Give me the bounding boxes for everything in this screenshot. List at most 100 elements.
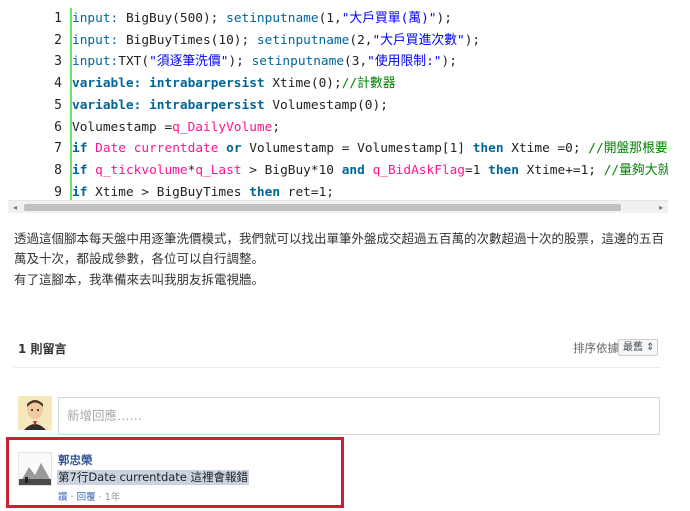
comments-divider (14, 367, 660, 368)
code-token: input: (72, 32, 119, 48)
code-line: 3 input:TXT("須逐筆洗價"); setinputname(3,"使用限… (8, 51, 668, 72)
reply-link[interactable]: 回覆 (77, 492, 96, 503)
code-token: q_DailyVolume (172, 119, 273, 135)
code-text: input:TXT("須逐筆洗價"); setinputname(3,"使用限制… (72, 51, 457, 72)
code-token: then (472, 141, 504, 157)
line-number: 6 (54, 119, 62, 135)
code-line: 8 if q_tickvolume*q_Last > BigBuy*10 and … (8, 160, 668, 181)
code-token: intrabarpersist (149, 76, 265, 92)
code-line: 6 Volumestamp =q_DailyVolume; (8, 117, 668, 138)
code-token: q_BidAskFlag (372, 162, 466, 178)
code-token: (3, (344, 54, 368, 70)
code-line: 4 variable: intrabarpersist Xtime(0);//計數… (8, 73, 668, 94)
code-token: currentdate (133, 141, 219, 157)
code-token: ); (228, 54, 252, 70)
code-token: if (72, 141, 88, 157)
code-token: "使用限制:" (367, 54, 442, 70)
line-number: 4 (54, 76, 62, 92)
code-token: //開盤那根要歸零 (588, 141, 668, 157)
line-number: 5 (54, 97, 62, 113)
code-token: or (226, 141, 242, 157)
code-token: setinputname (226, 11, 319, 26)
code-token: and (341, 162, 365, 178)
code-token: (1, (318, 11, 342, 26)
code-token: q_tickvolume (95, 162, 188, 178)
code-token: Xtime+=1; (518, 162, 604, 178)
code-token: (2, (349, 32, 373, 48)
line-number: 3 (54, 54, 62, 70)
code-token: BigBuy(500); (118, 11, 227, 26)
code-token: Date (95, 141, 126, 157)
comment-meta: 讚 · 回覆 · 1年 (58, 489, 120, 503)
comments-count: 1 則留言 (18, 342, 67, 356)
code-token: Volumestamp = Volumestamp[1] (241, 141, 473, 157)
new-comment-input[interactable]: 新增回應…… (58, 397, 660, 435)
code-token: //計數器 (341, 76, 396, 92)
code-token: then (488, 162, 519, 178)
code-token: input: (72, 54, 119, 70)
code-token: variable: (72, 97, 142, 113)
current-user-avatar (18, 396, 52, 430)
sort-dropdown[interactable]: 最舊 ⇕ (618, 339, 658, 356)
code-token: "須逐筆洗價" (149, 54, 229, 70)
code-token: input: (72, 11, 119, 26)
code-token: Xtime > BigBuyTimes (87, 184, 250, 200)
comment-text: 第7行Date currentdate 這裡會報錯 (57, 470, 250, 485)
code-line: 5 variable: intrabarpersist Volumestamp(0… (8, 95, 668, 116)
code-token: Xtime(0); (264, 76, 342, 92)
code-token: "大戶買進次數" (372, 32, 465, 48)
code-token: variable: (72, 76, 142, 92)
code-token: BigBuyTimes(10); (118, 32, 257, 48)
horizontal-scrollbar[interactable]: ◂ ▸ (8, 200, 668, 213)
code-token: ); (436, 11, 452, 26)
scroll-right-icon[interactable]: ▸ (654, 201, 668, 214)
article-paragraph-1: 透過這個腳本每天盤中用逐筆洗價模式，我們就可以找出單筆外盤成交超過五百萬的次數超… (14, 231, 665, 266)
code-token: if (72, 184, 88, 200)
line-number: 2 (54, 32, 62, 48)
sort-label: 排序依據 (573, 341, 619, 355)
code-token: //量夠大就加一 (603, 162, 668, 178)
scrollbar-thumb[interactable] (24, 204, 621, 211)
code-token: =1 (465, 162, 489, 178)
code-text: input: BigBuy(500); setinputname(1,"大戶買單… (72, 8, 452, 29)
code-token: "大戶買單(萬)" (341, 11, 437, 26)
code-text: variable: intrabarpersist Volumestamp(0)… (72, 95, 388, 116)
code-token: setinputname (251, 54, 345, 70)
code-token: setinputname (256, 32, 350, 48)
line-number: 1 (54, 11, 62, 26)
code-token: if (72, 162, 88, 178)
code-token: ); (464, 32, 481, 48)
code-token: > BigBuy*10 (241, 162, 342, 178)
comment-author[interactable]: 郭忠榮 (58, 452, 93, 468)
line-number: 7 (54, 141, 62, 157)
code-token: intrabarpersist (149, 97, 265, 113)
code-line: 2 input: BigBuyTimes(10); setinputname(2,… (8, 30, 668, 51)
like-link[interactable]: 讚 (58, 492, 68, 503)
commenter-avatar[interactable] (18, 452, 52, 486)
code-text: if q_tickvolume*q_Last > BigBuy*10 and q… (72, 160, 668, 181)
code-line: 7 if Date currentdate or Volumestamp = Vo… (8, 138, 668, 159)
code-text: input: BigBuyTimes(10); setinputname(2,"… (72, 30, 480, 51)
code-text: variable: intrabarpersist Xtime(0);//計數器 (72, 73, 396, 94)
code-token: ); (441, 54, 457, 70)
code-token: ret=1; (280, 184, 334, 200)
article-paragraph-2: 有了這腳本，我準備來去叫我朋友拆電視牆。 (14, 272, 265, 287)
code-text: if Date currentdate or Volumestamp = Vol… (72, 138, 668, 159)
code-block: 1 input: BigBuy(500); setinputname(1,"大戶買… (8, 8, 668, 213)
comment-time: 1年 (104, 492, 121, 503)
code-line: 1 input: BigBuy(500); setinputname(1,"大戶買… (8, 8, 668, 29)
scroll-left-icon[interactable]: ◂ (8, 201, 22, 214)
code-token: q_Last (195, 162, 242, 178)
code-token: Volumestamp(0); (264, 97, 388, 113)
code-token: TXT( (118, 54, 150, 70)
code-token: Volumestamp = (72, 119, 173, 135)
code-token: then (249, 184, 281, 200)
code-text: Volumestamp =q_DailyVolume; (72, 117, 280, 138)
